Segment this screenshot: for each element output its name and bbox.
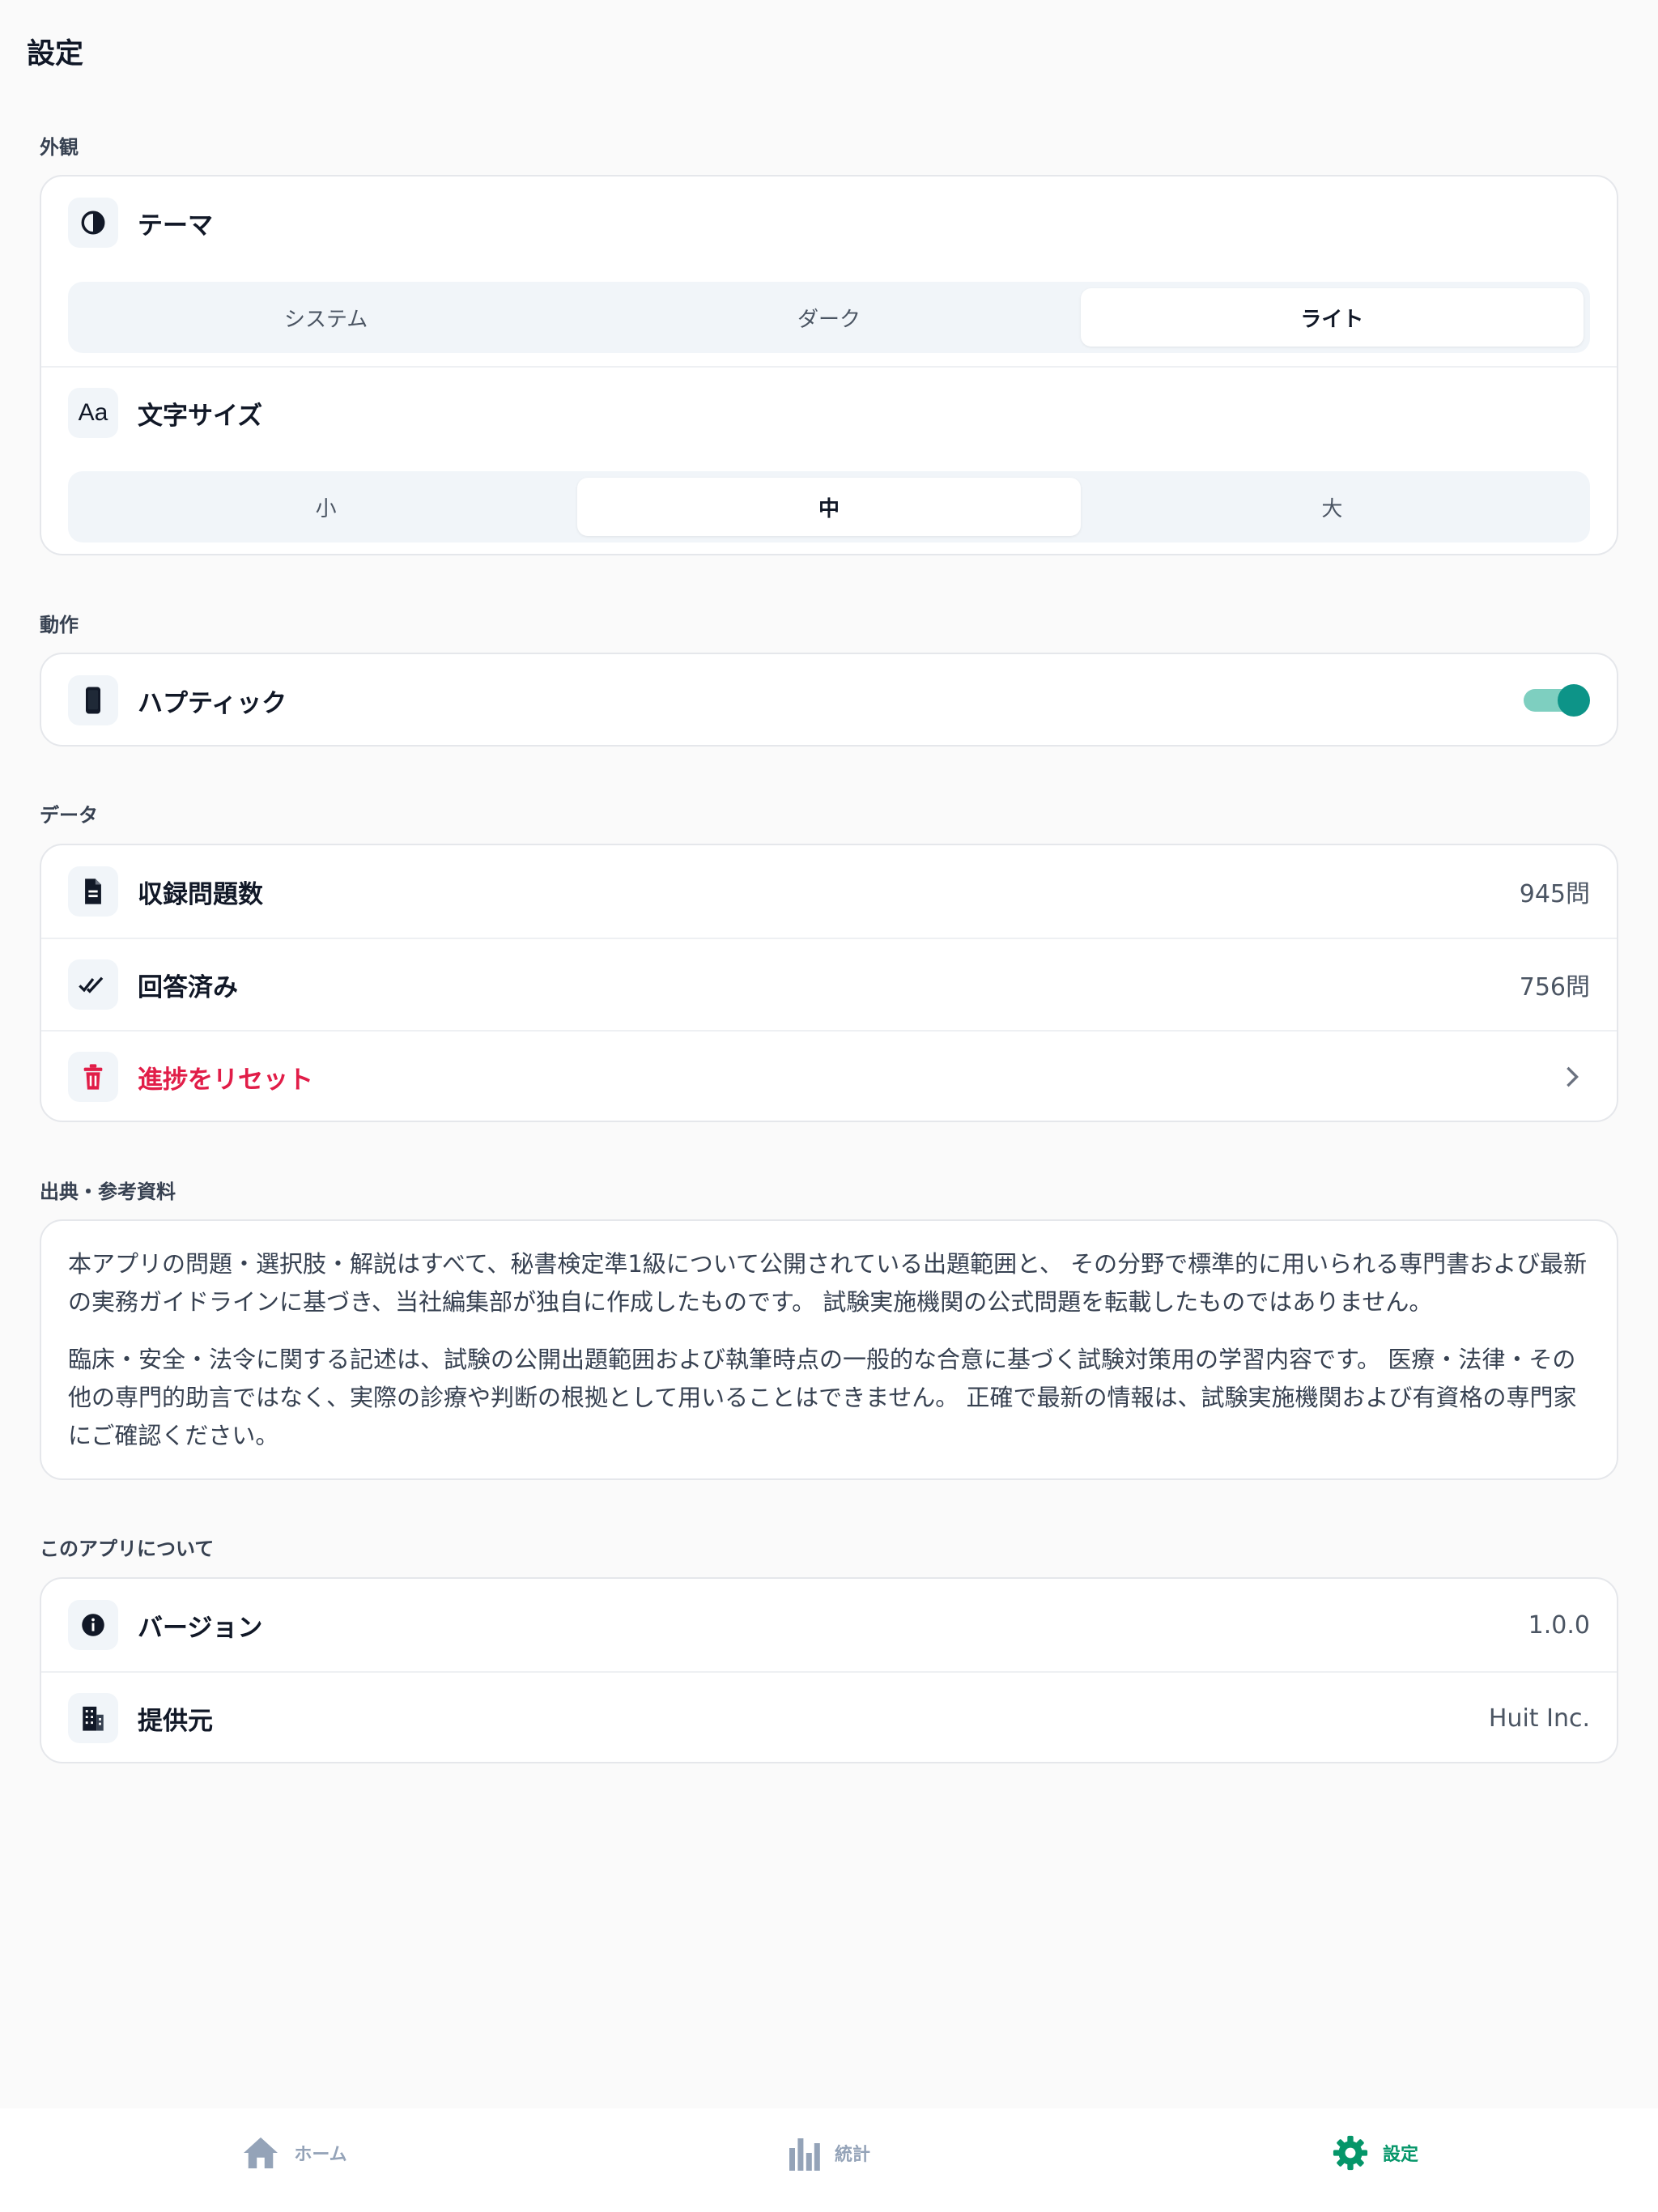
provider-value: Huit Inc. (1488, 1704, 1590, 1733)
font-size-segmented-control: 小 中 大 (68, 471, 1590, 542)
theme-option-light[interactable]: ライト (1080, 288, 1584, 347)
question-count-value: 945問 (1519, 880, 1590, 908)
reset-progress-label: 進捗をリセット (138, 1065, 313, 1095)
haptics-row: ハプティック (41, 654, 1617, 745)
theme-row: テーマ (41, 177, 1617, 269)
sources-paragraph-1: 本アプリの問題・選択肢・解説はすべて、秘書検定準1級について公開されている出題範… (68, 1250, 1588, 1316)
tab-stats[interactable]: 統計 (553, 2108, 1105, 2197)
question-count-row: 収録問題数 945問 (41, 845, 1617, 938)
provider-row: 提供元 Huit Inc. (41, 1671, 1617, 1762)
theme-option-system[interactable]: システム (74, 288, 577, 347)
sources-paragraph-2: 臨床・安全・法令に関する記述は、試験の公開出題範囲および執筆時点の一般的な合意に… (68, 1346, 1577, 1449)
section-label-behavior: 動作 (40, 614, 79, 636)
tab-settings[interactable]: 設定 (1099, 2108, 1652, 2197)
theme-segmented-control: システム ダーク ライト (68, 282, 1590, 353)
tab-home-label: ホーム (294, 2145, 347, 2165)
document-icon (68, 866, 118, 917)
info-icon (68, 1600, 118, 1650)
theme-option-dark[interactable]: ダーク (577, 288, 1080, 347)
home-icon (244, 2137, 278, 2169)
question-count-label: 収録問題数 (138, 879, 263, 909)
version-row: バージョン 1.0.0 (41, 1579, 1617, 1671)
trash-icon (68, 1052, 118, 1102)
tab-home[interactable]: ホーム (19, 2108, 571, 2197)
version-label: バージョン (138, 1613, 263, 1643)
section-label-sources: 出典・参考資料 (40, 1180, 176, 1203)
building-icon (68, 1693, 118, 1743)
font-size-label: 文字サイズ (138, 401, 263, 431)
behavior-card: ハプティック (40, 653, 1618, 747)
toggle-knob (1558, 684, 1590, 717)
font-size-icon: Aa (68, 388, 118, 438)
answered-row: 回答済み 756問 (41, 938, 1617, 1030)
sources-card: 本アプリの問題・選択肢・解説はすべて、秘書検定準1級について公開されている出題範… (40, 1219, 1618, 1480)
reset-progress-row[interactable]: 進捗をリセット (41, 1030, 1617, 1121)
section-label-about: このアプリについて (40, 1538, 215, 1560)
font-size-option-large[interactable]: 大 (1081, 478, 1584, 536)
contrast-icon (68, 198, 118, 248)
tab-bar: ホーム 統計 設定 (0, 2108, 1658, 2212)
sources-text: 本アプリの問題・選択肢・解説はすべて、秘書検定準1級について公開されている出題範… (68, 1245, 1590, 1474)
provider-label: 提供元 (138, 1706, 213, 1736)
page-title: 設定 (27, 38, 84, 70)
bar-chart-icon (789, 2138, 820, 2171)
answered-value: 756問 (1519, 973, 1590, 1002)
double-check-icon (68, 959, 118, 1010)
font-size-row: Aa 文字サイズ (41, 366, 1617, 458)
phone-icon (68, 675, 118, 725)
font-size-option-small[interactable]: 小 (74, 478, 577, 536)
section-label-data: データ (40, 804, 98, 827)
about-card: バージョン 1.0.0 提供元 Huit Inc. (40, 1577, 1618, 1763)
font-size-option-medium[interactable]: 中 (577, 478, 1081, 536)
chevron-right-icon (1560, 1065, 1584, 1089)
version-value: 1.0.0 (1528, 1610, 1590, 1640)
appearance-card: テーマ システム ダーク ライト Aa 文字サイズ 小 中 大 (40, 175, 1618, 555)
answered-label: 回答済み (138, 972, 238, 1002)
tab-stats-label: 統計 (834, 2145, 870, 2165)
tab-settings-label: 設定 (1382, 2145, 1418, 2165)
haptics-toggle[interactable] (1524, 684, 1590, 717)
gear-icon (1333, 2135, 1368, 2171)
theme-label: テーマ (138, 211, 213, 240)
haptics-label: ハプティック (138, 688, 287, 718)
font-size-icon-text: Aa (78, 399, 108, 426)
data-card: 収録問題数 945問 回答済み 756問 進捗をリセット (40, 844, 1618, 1122)
section-label-appearance: 外観 (40, 136, 79, 159)
